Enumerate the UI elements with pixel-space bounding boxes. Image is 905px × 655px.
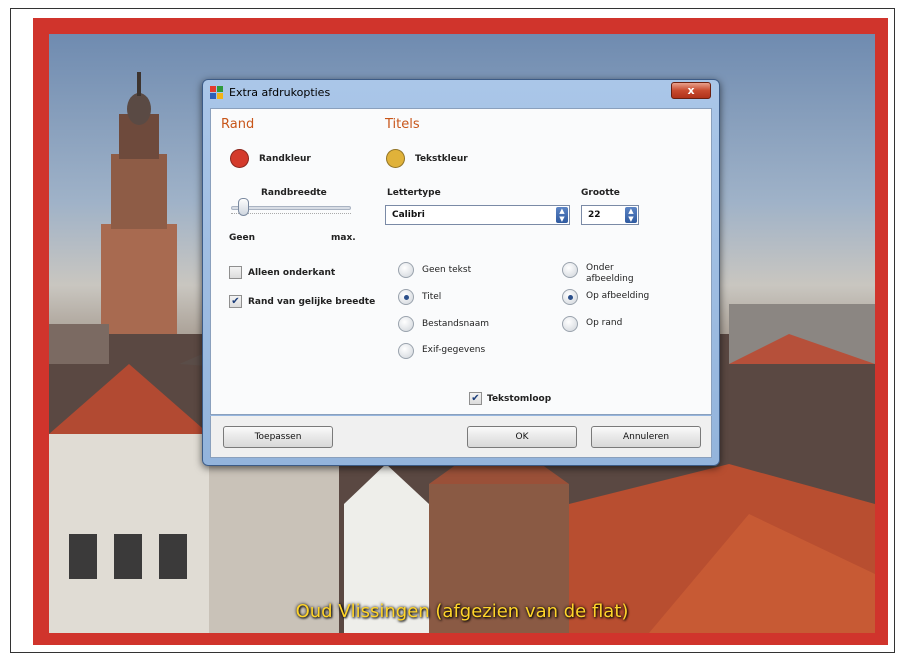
photo-caption: Oud Vlissingen (afgezien van de flat) <box>295 601 629 622</box>
only-bottom-label: Alleen onderkant <box>248 268 336 278</box>
radio-op-afbeelding-label: Op afbeelding <box>586 291 650 301</box>
size-select-value: 22 <box>588 210 601 220</box>
text-color-swatch[interactable] <box>386 149 405 168</box>
apply-button[interactable]: Toepassen <box>223 426 333 448</box>
titels-heading: Titels <box>385 117 420 132</box>
slider-ticks <box>231 213 351 216</box>
slider-max-label: max. <box>331 233 356 243</box>
border-width-slider-thumb[interactable] <box>238 198 249 216</box>
radio-titel-label: Titel <box>422 292 442 302</box>
radio-bestandsnaam-label: Bestandsnaam <box>422 319 490 329</box>
dialog-content: Rand Randkleur Randbreedte Geen max. All… <box>210 108 712 415</box>
text-color-label: Tekstkleur <box>415 154 468 164</box>
cancel-button[interactable]: Annuleren <box>591 426 701 448</box>
rand-heading: Rand <box>221 117 255 132</box>
border-width-label: Randbreedte <box>261 188 327 198</box>
size-select[interactable]: 22 ▲ ▼ <box>581 205 639 225</box>
equal-width-label: Rand van gelijke breedte <box>248 297 376 307</box>
border-color-swatch[interactable] <box>230 149 249 168</box>
radio-bestandsnaam[interactable] <box>398 316 414 332</box>
radio-titel[interactable] <box>398 289 414 305</box>
dialog-footer: Toepassen OK Annuleren <box>210 416 712 458</box>
updown-arrow-icon: ▲ ▼ <box>556 207 568 223</box>
radio-exif-label: Exif-gegevens <box>422 345 486 355</box>
dialog-titlebar[interactable]: Extra afdrukopties x <box>203 80 719 106</box>
font-select[interactable]: Calibri ▲ ▼ <box>385 205 570 225</box>
radio-onder-afbeelding-label: Onder afbeelding <box>586 263 634 284</box>
slider-min-label: Geen <box>229 233 256 243</box>
close-button[interactable]: x <box>671 82 711 99</box>
radio-op-rand-label: Op rand <box>586 318 623 328</box>
dialog-title: Extra afdrukopties <box>229 86 331 99</box>
ok-button[interactable]: OK <box>467 426 577 448</box>
print-options-dialog: Extra afdrukopties x Rand Randkleur Rand… <box>202 79 720 466</box>
radio-geen-tekst-label: Geen tekst <box>422 265 472 275</box>
text-wrap-label: Tekstomloop <box>487 394 552 404</box>
size-label: Grootte <box>581 188 620 198</box>
border-width-slider-track[interactable] <box>231 206 351 210</box>
radio-onder-afbeelding[interactable] <box>562 262 578 278</box>
equal-width-checkbox[interactable]: ✔ <box>229 295 242 308</box>
only-bottom-checkbox[interactable] <box>229 266 242 279</box>
radio-exif[interactable] <box>398 343 414 359</box>
font-label: Lettertype <box>387 188 441 198</box>
text-wrap-checkbox[interactable]: ✔ <box>469 392 482 405</box>
updown-arrow-icon: ▲ ▼ <box>625 207 637 223</box>
font-select-value: Calibri <box>392 210 425 220</box>
border-color-label: Randkleur <box>259 154 311 164</box>
app-icon <box>210 86 224 100</box>
radio-op-afbeelding[interactable] <box>562 289 578 305</box>
radio-geen-tekst[interactable] <box>398 262 414 278</box>
radio-op-rand[interactable] <box>562 316 578 332</box>
